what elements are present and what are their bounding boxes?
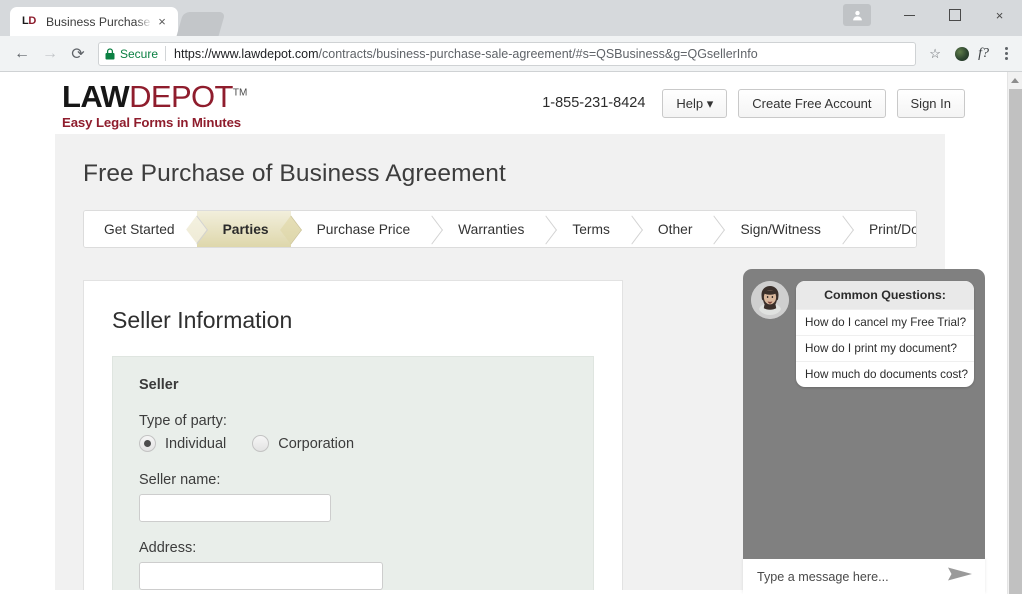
step-label: Get Started <box>104 222 175 237</box>
step-get-started[interactable]: Get Started <box>84 211 197 247</box>
radio-corporation[interactable]: Corporation <box>252 435 354 452</box>
seller-name-input[interactable] <box>139 494 331 522</box>
radio-corporation-label: Corporation <box>278 436 354 452</box>
common-questions-title: Common Questions: <box>796 281 974 309</box>
send-icon[interactable] <box>947 565 973 588</box>
bookmark-star-icon[interactable]: ☆ <box>924 46 946 62</box>
maximize-icon <box>949 9 961 21</box>
step-label: Terms <box>572 222 610 237</box>
page-viewport: LAWDEPOTTM Easy Legal Forms in Minutes 1… <box>0 72 1022 594</box>
step-label: Parties <box>223 222 269 237</box>
new-tab-button[interactable] <box>177 12 226 36</box>
logo-depot-text: DEPOT <box>129 79 233 114</box>
browser-menu-icon[interactable] <box>998 47 1014 60</box>
site-header: LAWDEPOTTM Easy Legal Forms in Minutes 1… <box>0 72 1007 134</box>
seller-panel: Seller Type of party: Individual Corpora… <box>112 356 594 590</box>
chat-message: Common Questions: How do I cancel my Fre… <box>751 281 974 387</box>
logo-tagline: Easy Legal Forms in Minutes <box>62 115 247 130</box>
chat-widget: Common Questions: How do I cancel my Fre… <box>743 269 985 594</box>
step-print-download[interactable]: Print/Download <box>843 211 917 247</box>
help-menu-button[interactable]: Help ▾ <box>662 89 727 118</box>
radio-individual-icon[interactable] <box>139 435 156 452</box>
close-window-button[interactable]: × <box>977 0 1022 30</box>
radio-individual-label: Individual <box>165 436 226 452</box>
forward-icon[interactable]: → <box>36 40 64 68</box>
tab-close-icon[interactable]: × <box>154 14 170 30</box>
step-label: Warranties <box>458 222 524 237</box>
support-agent-avatar <box>751 281 789 319</box>
secure-label: Secure <box>120 47 158 61</box>
logo-wordmark: LAWDEPOTTM <box>62 81 247 112</box>
minimize-icon <box>904 15 915 16</box>
extension-icon[interactable] <box>955 47 969 61</box>
url-host: https://www.lawdepot.com <box>174 47 319 61</box>
minimize-button[interactable] <box>887 0 932 30</box>
type-of-party-radio-group: Individual Corporation <box>139 435 567 452</box>
logo-law-text: LAW <box>62 79 129 114</box>
chat-input-bar[interactable]: Type a message here... <box>743 559 985 594</box>
step-parties[interactable]: Parties <box>197 211 291 247</box>
radio-individual[interactable]: Individual <box>139 435 226 452</box>
address-label: Address: <box>139 540 567 556</box>
page-title: Free Purchase of Business Agreement <box>83 160 917 188</box>
extension-f-icon[interactable]: f? <box>978 46 989 62</box>
tab-favicon-icon: LD <box>22 14 39 29</box>
section-title: Seller Information <box>112 307 594 334</box>
window-controls: × <box>843 0 1022 30</box>
scrollbar-thumb[interactable] <box>1009 89 1022 594</box>
chat-input-placeholder[interactable]: Type a message here... <box>757 570 947 584</box>
step-purchase-price[interactable]: Purchase Price <box>291 211 433 247</box>
browser-toolbar: ← → ⟳ Secure https://www.lawdepot.com/co… <box>0 36 1022 72</box>
logo-tm-mark: TM <box>233 87 247 98</box>
step-label: Print/Download <box>869 222 917 237</box>
header-actions: 1-855-231-8424 Help ▾ Create Free Accoun… <box>542 89 965 118</box>
web-page: LAWDEPOTTM Easy Legal Forms in Minutes 1… <box>0 72 1007 594</box>
create-free-account-button[interactable]: Create Free Account <box>738 89 885 118</box>
radio-corporation-icon[interactable] <box>252 435 269 452</box>
profile-icon[interactable] <box>843 4 871 26</box>
seller-information-card: Seller Information Seller Type of party:… <box>83 280 623 590</box>
lock-icon <box>105 48 115 60</box>
scroll-up-arrow-icon[interactable] <box>1008 72 1022 88</box>
step-label: Other <box>658 222 693 237</box>
lawdepot-logo[interactable]: LAWDEPOTTM Easy Legal Forms in Minutes <box>62 77 247 130</box>
support-phone-number: 1-855-231-8424 <box>542 95 645 111</box>
chat-conversation-area: Common Questions: How do I cancel my Fre… <box>743 269 985 559</box>
maximize-button[interactable] <box>932 0 977 30</box>
seller-name-label: Seller name: <box>139 472 567 488</box>
step-other[interactable]: Other <box>632 211 715 247</box>
chat-question-cancel-trial[interactable]: How do I cancel my Free Trial? <box>796 309 974 335</box>
common-questions-bubble: Common Questions: How do I cancel my Fre… <box>796 281 974 387</box>
step-label: Purchase Price <box>317 222 411 237</box>
tab-title: Business Purchase Agree <box>46 15 152 29</box>
reload-icon[interactable]: ⟳ <box>64 40 92 68</box>
chat-question-document-cost[interactable]: How much do documents cost? <box>796 361 974 387</box>
back-icon[interactable]: ← <box>8 40 36 68</box>
browser-chrome: LD Business Purchase Agree × × <box>0 0 1022 36</box>
panel-heading: Seller <box>139 377 567 393</box>
omnibox-divider <box>165 46 166 61</box>
chat-question-print-document[interactable]: How do I print my document? <box>796 335 974 361</box>
address-bar[interactable]: Secure https://www.lawdepot.com/contract… <box>98 42 916 66</box>
step-warranties[interactable]: Warranties <box>432 211 546 247</box>
url-path: /contracts/business-purchase-sale-agreem… <box>319 47 758 61</box>
step-terms[interactable]: Terms <box>546 211 632 247</box>
step-sign-witness[interactable]: Sign/Witness <box>714 211 843 247</box>
browser-tab[interactable]: LD Business Purchase Agree × <box>10 7 178 36</box>
type-of-party-label: Type of party: <box>139 413 567 429</box>
sign-in-button[interactable]: Sign In <box>897 89 965 118</box>
page-scrollbar[interactable] <box>1007 72 1022 594</box>
step-label: Sign/Witness <box>740 222 821 237</box>
step-navigation: Get Started Parties Purchase Price Warra… <box>83 210 917 248</box>
url-text: https://www.lawdepot.com/contracts/busin… <box>174 47 909 61</box>
address-input[interactable] <box>139 562 383 590</box>
